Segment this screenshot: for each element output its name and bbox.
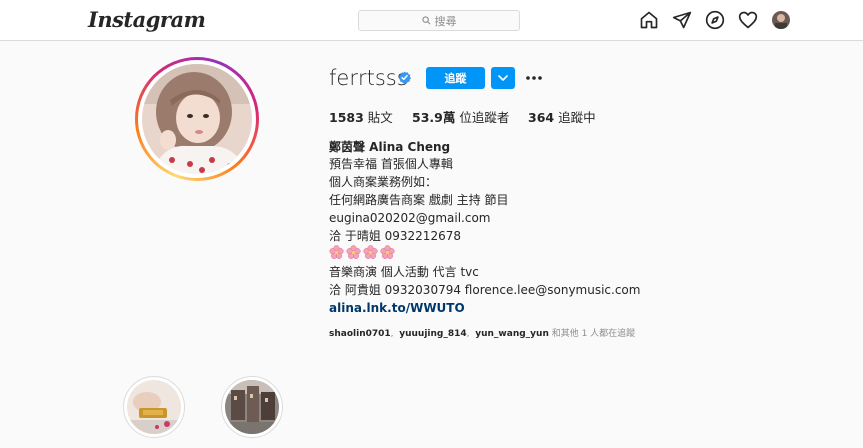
- bio-display-name: 鄭茵聲 Alina Cheng: [329, 140, 451, 154]
- heart-icon[interactable]: [738, 10, 758, 30]
- story-highlight[interactable]: [123, 376, 185, 438]
- instagram-logo[interactable]: Instagram: [88, 7, 206, 32]
- explore-icon[interactable]: [705, 10, 725, 30]
- followed-by-text[interactable]: shaolin0701, yuuujing_814, yun_wang_yun …: [329, 326, 635, 339]
- bio-line: 個人商案業務例如：: [329, 175, 438, 189]
- top-navigation-bar: Instagram 搜尋: [0, 0, 863, 41]
- search-icon: [421, 16, 430, 25]
- flower-emoji-row: [329, 245, 395, 260]
- mutual-follower[interactable]: yuuujing_814: [399, 329, 466, 339]
- posts-count: 1583: [329, 110, 364, 125]
- cherry-blossom-icon: [346, 245, 361, 259]
- verified-badge-icon: [398, 71, 411, 84]
- followers-stat[interactable]: 53.9萬 位追蹤者: [412, 107, 509, 126]
- bio-line: 洽 阿貴姐 0932030794 florence.lee@sonymusic.…: [329, 283, 641, 297]
- cherry-blossom-icon: [363, 245, 378, 259]
- bio-line: 預告幸福 首張個人專輯: [329, 157, 453, 171]
- bio-line: 洽 于晴姐 0932212678: [329, 229, 461, 243]
- direct-message-icon[interactable]: [672, 10, 692, 30]
- bio-line: eugina020202@gmail.com: [329, 211, 491, 225]
- profile-picture: [142, 64, 252, 174]
- profile-picture-story-ring[interactable]: [135, 57, 259, 181]
- mutual-follower[interactable]: shaolin0701: [329, 329, 391, 339]
- followed-by-suffix: 和其他 1 人都在追蹤: [551, 329, 636, 339]
- following-stat[interactable]: 364 追蹤中: [528, 107, 596, 126]
- story-highlight[interactable]: [221, 376, 283, 438]
- mutual-follower[interactable]: yun_wang_yun: [475, 329, 549, 339]
- bio-flowers-line: [329, 245, 395, 263]
- bio-line: 音樂商演 個人活動 代言 tvc: [329, 265, 479, 279]
- highlight-cover-image: [127, 380, 181, 434]
- following-label: 追蹤中: [558, 110, 596, 125]
- posts-stat: 1583 貼文: [329, 107, 393, 126]
- posts-label: 貼文: [367, 110, 393, 125]
- profile-username: ferrtsss: [329, 66, 408, 90]
- search-input[interactable]: 搜尋: [358, 10, 520, 31]
- follow-button[interactable]: 追蹤: [426, 67, 485, 89]
- highlight-cover-image: [225, 380, 279, 434]
- cherry-blossom-icon: [329, 245, 344, 259]
- bio-external-link[interactable]: alina.lnk.to/WWUTO: [329, 299, 465, 317]
- cherry-blossom-icon: [380, 245, 395, 259]
- home-icon[interactable]: [639, 10, 659, 30]
- followers-label: 位追蹤者: [459, 110, 510, 125]
- following-count: 364: [528, 110, 555, 125]
- suggested-accounts-button[interactable]: [491, 67, 515, 89]
- followers-count: 53.9萬: [412, 110, 456, 125]
- profile-avatar-icon[interactable]: [772, 11, 790, 29]
- chevron-down-icon: [498, 75, 508, 81]
- bio-line: 任何網路廣告商案 戲劇 主持 節目: [329, 193, 509, 207]
- search-placeholder: 搜尋: [434, 15, 457, 28]
- more-options-icon[interactable]: [525, 71, 543, 83]
